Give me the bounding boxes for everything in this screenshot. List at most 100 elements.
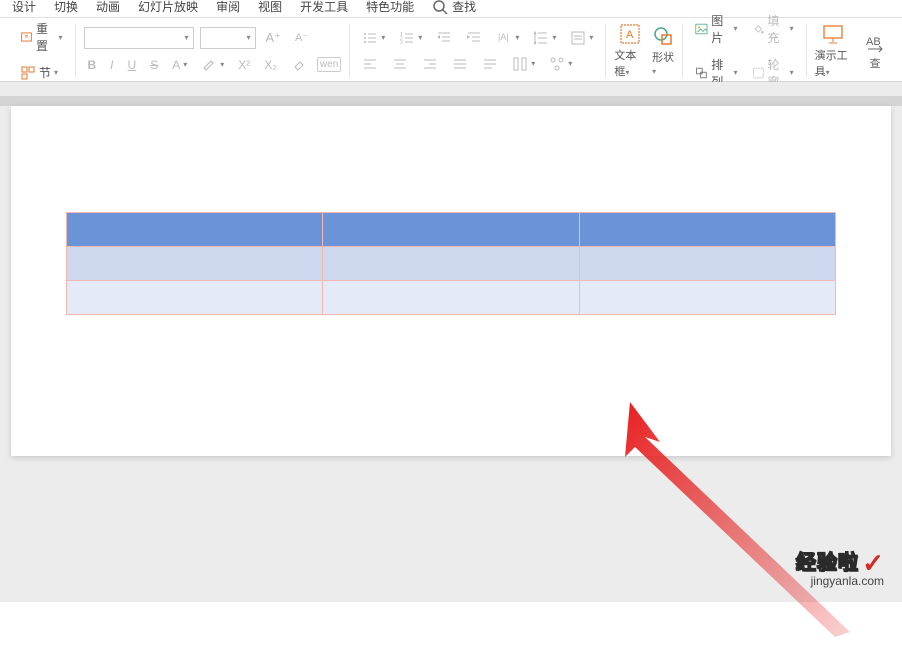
align-justify-button[interactable] xyxy=(448,54,472,74)
align-left-icon xyxy=(362,56,378,72)
dropdown-icon: ▾ xyxy=(246,33,250,42)
watermark: 经验啦 ✓ jingyanla.com xyxy=(796,546,884,588)
svg-text:A: A xyxy=(626,29,634,41)
bold-button[interactable]: B xyxy=(84,56,101,74)
list-icon xyxy=(362,30,378,46)
section-button[interactable]: 节 ▾ xyxy=(16,62,67,83)
reset-icon xyxy=(20,29,33,45)
table-row[interactable] xyxy=(67,281,836,315)
line-spacing-button[interactable]: ▾ xyxy=(529,28,560,48)
scroll-gap xyxy=(0,96,902,106)
table-row[interactable] xyxy=(67,247,836,281)
section-icon xyxy=(20,65,36,81)
replace-button[interactable]: AB 查 xyxy=(864,31,886,71)
arrange-icon xyxy=(695,65,708,81)
decrease-font-button[interactable]: A⁻ xyxy=(291,29,312,46)
shapes-label: 形状 xyxy=(652,52,674,64)
decrease-indent-button[interactable] xyxy=(432,28,456,48)
replace-icon: AB xyxy=(864,31,886,53)
menu-view[interactable]: 视图 xyxy=(258,0,282,15)
presentation-icon xyxy=(822,23,844,45)
picture-label: 图片 xyxy=(711,12,730,46)
strike-button[interactable]: S xyxy=(146,56,162,74)
menu-devtools[interactable]: 开发工具 xyxy=(300,0,348,15)
align-center-icon xyxy=(392,56,408,72)
menu-review[interactable]: 审阅 xyxy=(216,0,240,15)
reset-button[interactable]: 重置 ▾ xyxy=(16,18,67,56)
svg-text:3: 3 xyxy=(400,40,403,46)
present-tools-button[interactable]: 演示工具▾ xyxy=(815,23,852,79)
pinyin-button[interactable]: wen xyxy=(317,57,341,72)
fill-label: 填充 xyxy=(767,12,786,46)
menu-switch[interactable]: 切换 xyxy=(54,0,78,15)
change-case-button[interactable] xyxy=(287,55,311,75)
font-color-button[interactable]: A▾ xyxy=(168,56,191,74)
slide-canvas[interactable] xyxy=(11,106,891,456)
shapes-icon xyxy=(652,25,674,47)
workspace: 经验啦 ✓ jingyanla.com xyxy=(0,82,902,602)
watermark-title: 经验啦 xyxy=(796,552,859,574)
dropdown-icon: ▾ xyxy=(54,68,58,77)
align-center-button[interactable] xyxy=(388,54,412,74)
fill-button[interactable]: 填充▾ xyxy=(748,10,798,48)
menu-slideshow[interactable]: 幻灯片放映 xyxy=(138,0,198,15)
group-arrange: 图片▾ 填充▾ 排列▾ 轮廓▾ xyxy=(683,24,806,77)
subscript-button[interactable]: X₂ xyxy=(260,56,281,74)
text-direction-button[interactable]: |A|▾ xyxy=(492,28,523,48)
increase-indent-button[interactable] xyxy=(462,28,486,48)
columns-button[interactable]: ▾ xyxy=(508,54,539,74)
align-right-icon xyxy=(422,56,438,72)
outdent-icon xyxy=(436,30,452,46)
font-size-select[interactable]: ▾ xyxy=(200,27,256,49)
group-font: ▾ ▾ A⁺ A⁻ B I U S A▾ ▾ X² X₂ wen xyxy=(76,24,351,77)
section-label: 节 xyxy=(39,64,51,81)
menu-search[interactable]: 查找 xyxy=(432,0,476,15)
convert-icon xyxy=(549,56,565,72)
fill-icon xyxy=(752,21,765,37)
svg-text:AB: AB xyxy=(866,36,881,48)
check-icon: ✓ xyxy=(862,548,884,578)
highlight-icon xyxy=(201,57,217,73)
textbox-button[interactable]: A 文本框▾ xyxy=(614,23,646,79)
group-paragraph: ▾ 123▾ |A|▾ ▾ ▾ ▾ ▾ xyxy=(350,24,606,77)
menu-features[interactable]: 特色功能 xyxy=(366,0,414,15)
textbox-icon: A xyxy=(619,23,641,45)
indent-icon xyxy=(466,30,482,46)
group-insert: A 文本框▾ 形状▾ xyxy=(606,24,683,77)
menu-search-label: 查找 xyxy=(452,0,476,15)
numbering-button[interactable]: 123▾ xyxy=(395,28,426,48)
table-object[interactable] xyxy=(66,212,836,315)
align-distribute-button[interactable] xyxy=(478,54,502,74)
group-slide: 重置 ▾ 节 ▾ xyxy=(8,24,76,77)
svg-text:|A|: |A| xyxy=(498,32,509,42)
picture-button[interactable]: 图片▾ xyxy=(691,10,741,48)
align-justify-icon xyxy=(452,56,468,72)
font-family-select[interactable]: ▾ xyxy=(84,27,194,49)
menu-animation[interactable]: 动画 xyxy=(96,0,120,15)
eraser-icon xyxy=(291,57,307,73)
numbered-list-icon: 123 xyxy=(399,30,415,46)
menu-design[interactable]: 设计 xyxy=(12,0,36,15)
text-direction-icon: |A| xyxy=(496,30,512,46)
superscript-button[interactable]: X² xyxy=(234,56,254,74)
columns-icon xyxy=(512,56,528,72)
line-spacing-icon xyxy=(533,30,549,46)
group-present: 演示工具▾ AB 查 xyxy=(807,24,894,77)
dropdown-icon: ▾ xyxy=(58,33,62,42)
align-left-button[interactable] xyxy=(358,54,382,74)
outline-icon xyxy=(752,65,765,81)
vertical-align-icon xyxy=(570,30,586,46)
table-row[interactable] xyxy=(67,213,836,247)
increase-font-button[interactable]: A⁺ xyxy=(262,28,286,48)
italic-button[interactable]: I xyxy=(106,56,117,74)
shapes-button[interactable]: 形状▾ xyxy=(652,25,674,77)
align-text-button[interactable]: ▾ xyxy=(566,28,597,48)
bullets-button[interactable]: ▾ xyxy=(358,28,389,48)
highlight-button[interactable]: ▾ xyxy=(197,55,228,75)
search-icon xyxy=(432,0,448,15)
align-right-button[interactable] xyxy=(418,54,442,74)
ribbon: 重置 ▾ 节 ▾ ▾ ▾ A⁺ A⁻ B I U S A▾ xyxy=(0,18,902,82)
smartart-button[interactable]: ▾ xyxy=(545,54,576,74)
dropdown-icon: ▾ xyxy=(184,33,188,42)
underline-button[interactable]: U xyxy=(124,56,141,74)
